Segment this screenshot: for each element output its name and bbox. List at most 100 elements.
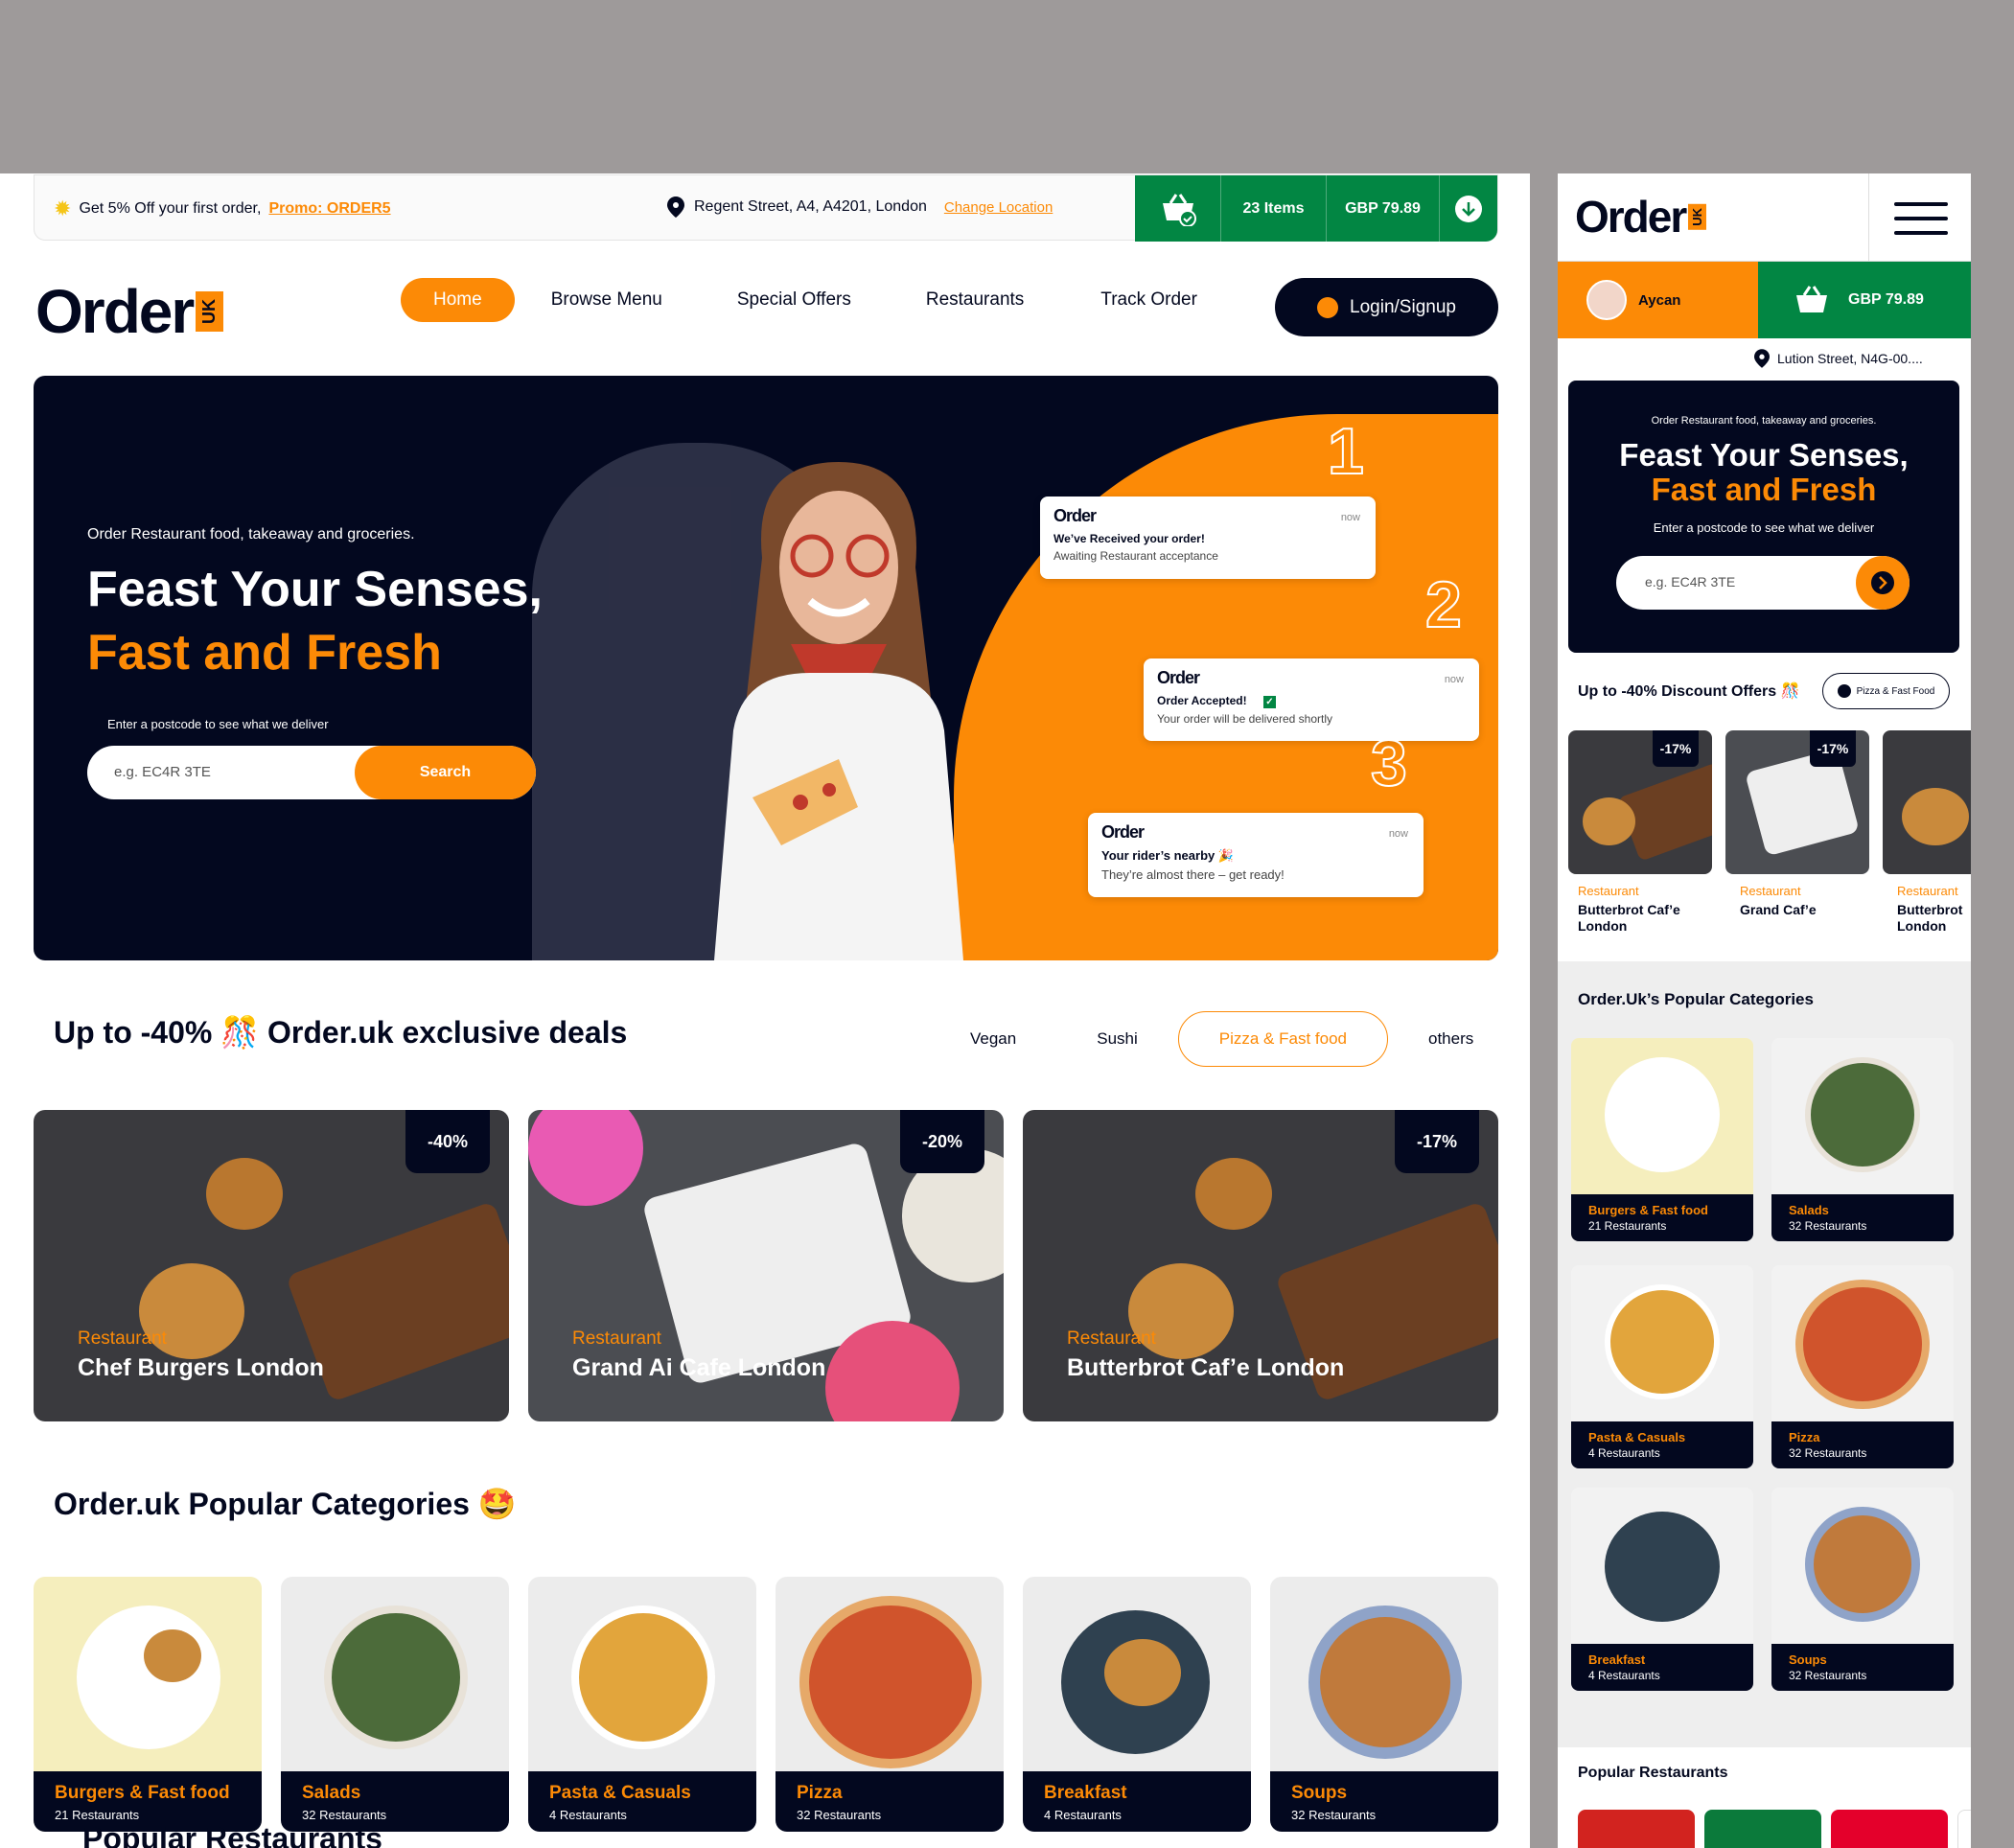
check-icon: ✓ (1262, 696, 1276, 708)
burger-image (144, 1629, 201, 1682)
postcode-label: Enter a postcode to see what we deliver (107, 717, 329, 731)
notification-logo: Order (1157, 668, 1200, 687)
mobile-category-card[interactable]: Soups 32 Restaurants (1771, 1488, 1954, 1691)
deal-card[interactable]: -40% Restaurant Chef Burgers London (34, 1110, 509, 1421)
postcode-placeholder: e.g. EC4R 3TE (114, 764, 211, 780)
category-card[interactable]: Burgers & Fast food 21 Restaurants (34, 1577, 262, 1832)
mobile-location[interactable]: Lution Street, N4G-00.... (1754, 349, 1923, 368)
promo-banner: ✹ Get 5% Off your first order, Promo: OR… (54, 196, 391, 221)
nav-home[interactable]: Home (401, 278, 515, 322)
mobile-category-card[interactable]: Burgers & Fast food 21 Restaurants (1571, 1038, 1753, 1241)
filter-others[interactable]: others (1388, 1012, 1514, 1066)
mobile-search-button[interactable] (1856, 556, 1910, 610)
deal-card[interactable]: -17% Restaurant Butterbrot Caf’e London (1023, 1110, 1498, 1421)
hero-title: Feast Your Senses, Fast and Fresh (87, 558, 543, 684)
restaurant-logo[interactable] (1957, 1810, 1971, 1848)
category-card[interactable]: Soups 32 Restaurants (1270, 1577, 1498, 1832)
step-number-1: 1 (1327, 414, 1365, 489)
category-count: 32 Restaurants (302, 1808, 387, 1822)
deal-restaurant-name: Chef Burgers London (78, 1354, 324, 1381)
deal-restaurant-name: Butterbrot Caf’e London (1067, 1354, 1345, 1381)
mobile-category-card[interactable]: Pizza 32 Restaurants (1771, 1265, 1954, 1468)
nav-track-order[interactable]: Track Order (1068, 278, 1230, 322)
mobile-category-card[interactable]: Breakfast 4 Restaurants (1571, 1488, 1753, 1691)
nav-special-offers[interactable]: Special Offers (705, 278, 884, 322)
soup-image (1805, 1507, 1920, 1622)
category-card[interactable]: Pasta & Casuals 4 Restaurants (528, 1577, 756, 1832)
deal-card[interactable]: -20% Restaurant Grand Ai Cafe London (528, 1110, 1004, 1421)
pasta-image (1605, 1284, 1720, 1399)
notification-title: We’ve Received your order! (1053, 532, 1205, 545)
notification-logo: Order (1053, 506, 1097, 525)
category-card[interactable]: Breakfast 4 Restaurants (1023, 1577, 1251, 1832)
download-icon[interactable] (1440, 175, 1497, 242)
nav-restaurants[interactable]: Restaurants (893, 278, 1056, 322)
filter-vegan[interactable]: Vegan (930, 1012, 1056, 1066)
deal-label: Restaurant (78, 1328, 167, 1349)
mobile-postcode-input[interactable]: e.g. EC4R 3TE (1616, 556, 1910, 610)
filter-sushi[interactable]: Sushi (1056, 1012, 1178, 1066)
notification-title-text: Order Accepted! (1157, 694, 1247, 707)
mobile-filter-chip[interactable]: Pizza & Fast Food (1822, 673, 1950, 709)
hero-banner: Order Restaurant food, takeaway and groc… (34, 376, 1498, 960)
filter-pizza-fast-food[interactable]: Pizza & Fast food (1177, 1011, 1388, 1067)
category-count: 4 Restaurants (1044, 1808, 1122, 1822)
deal-restaurant-name: Grand Ai Cafe London (572, 1354, 826, 1381)
avatar (1586, 280, 1627, 320)
mobile-user-bar[interactable]: Aycan (1558, 262, 1758, 338)
mobile-category-card[interactable]: Pasta & Casuals 4 Restaurants (1571, 1265, 1753, 1468)
soup-image (1308, 1605, 1462, 1759)
mobile-deals-title: Up to -40% Discount Offers 🎊 (1578, 683, 1800, 700)
mobile-deal-card[interactable]: -17% (1725, 730, 1869, 874)
category-count: 32 Restaurants (797, 1808, 882, 1822)
category-name: Salads (302, 1783, 361, 1803)
mobile-brand-logo[interactable]: Order UK (1575, 191, 1707, 243)
category-name: Pasta & Casuals (549, 1783, 691, 1803)
hamburger-menu-icon[interactable] (1868, 173, 1971, 262)
mobile-popular-restaurants-title: Popular Restaurants (1578, 1765, 1728, 1781)
mobile-header: Order UK (1558, 173, 1971, 262)
salad-image (1805, 1057, 1920, 1172)
category-card[interactable]: Pizza 32 Restaurants (776, 1577, 1004, 1832)
notification-time: now (1388, 828, 1408, 840)
restaurant-logo-papa-johns[interactable] (1704, 1810, 1821, 1848)
change-location-link[interactable]: Change Location (944, 199, 1053, 216)
notification-desc: They’re almost there – get ready! (1101, 867, 1285, 882)
notification-card-1: Order now We’ve Received your order! Awa… (1040, 497, 1376, 579)
cart-summary[interactable]: 23 Items GBP 79.89 (1135, 175, 1497, 242)
mobile-deal-card[interactable]: -17% (1568, 730, 1712, 874)
main-nav: Home Browse Menu Special Offers Restaura… (401, 278, 1230, 322)
category-count: 4 Restaurants (1588, 1446, 1660, 1460)
mobile-deal-card[interactable] (1883, 730, 1971, 874)
notification-time: now (1340, 512, 1360, 523)
restaurant-logo-kfc[interactable] (1831, 1810, 1948, 1848)
mobile-discount-badge: -17% (1653, 730, 1699, 767)
category-count: 4 Restaurants (549, 1808, 627, 1822)
step-number-2: 2 (1424, 567, 1463, 642)
basket-icon[interactable] (1135, 175, 1221, 242)
mobile-location-text: Lution Street, N4G-00.... (1777, 351, 1923, 366)
mobile-categories-title: Order.Uk’s Popular Categories (1578, 990, 1814, 1008)
brand-suffix: UK (196, 291, 224, 332)
brand-logo[interactable]: Order UK (35, 276, 224, 347)
mobile-cart[interactable]: GBP 79.89 (1758, 262, 1971, 338)
category-card[interactable]: Salads 32 Restaurants (281, 1577, 509, 1832)
mobile-discount-badge: -17% (1810, 730, 1856, 767)
category-count: 4 Restaurants (1588, 1669, 1660, 1682)
cart-items-count: 23 Items (1221, 175, 1327, 242)
category-count: 32 Restaurants (1789, 1669, 1867, 1682)
promo-code-link[interactable]: Promo: ORDER5 (268, 200, 390, 218)
login-signup-button[interactable]: Login/Signup (1275, 278, 1498, 336)
nav-browse-menu[interactable]: Browse Menu (519, 278, 695, 322)
search-button[interactable]: Search (355, 746, 536, 799)
restaurant-logo-mcdonalds[interactable] (1578, 1810, 1695, 1848)
mobile-category-card[interactable]: Salads 32 Restaurants (1771, 1038, 1954, 1241)
brand-name: Order (1575, 192, 1687, 242)
hero-subtitle: Order Restaurant food, takeaway and groc… (87, 526, 415, 543)
categories-title: Order.uk Popular Categories 🤩 (54, 1487, 517, 1521)
category-name: Salads (1789, 1203, 1829, 1217)
discount-badge: -40% (405, 1110, 490, 1173)
category-name: Breakfast (1588, 1652, 1646, 1667)
category-count: 21 Restaurants (1588, 1219, 1667, 1233)
mobile-deal-name: Butterbrot Caf’e London (1578, 902, 1680, 934)
